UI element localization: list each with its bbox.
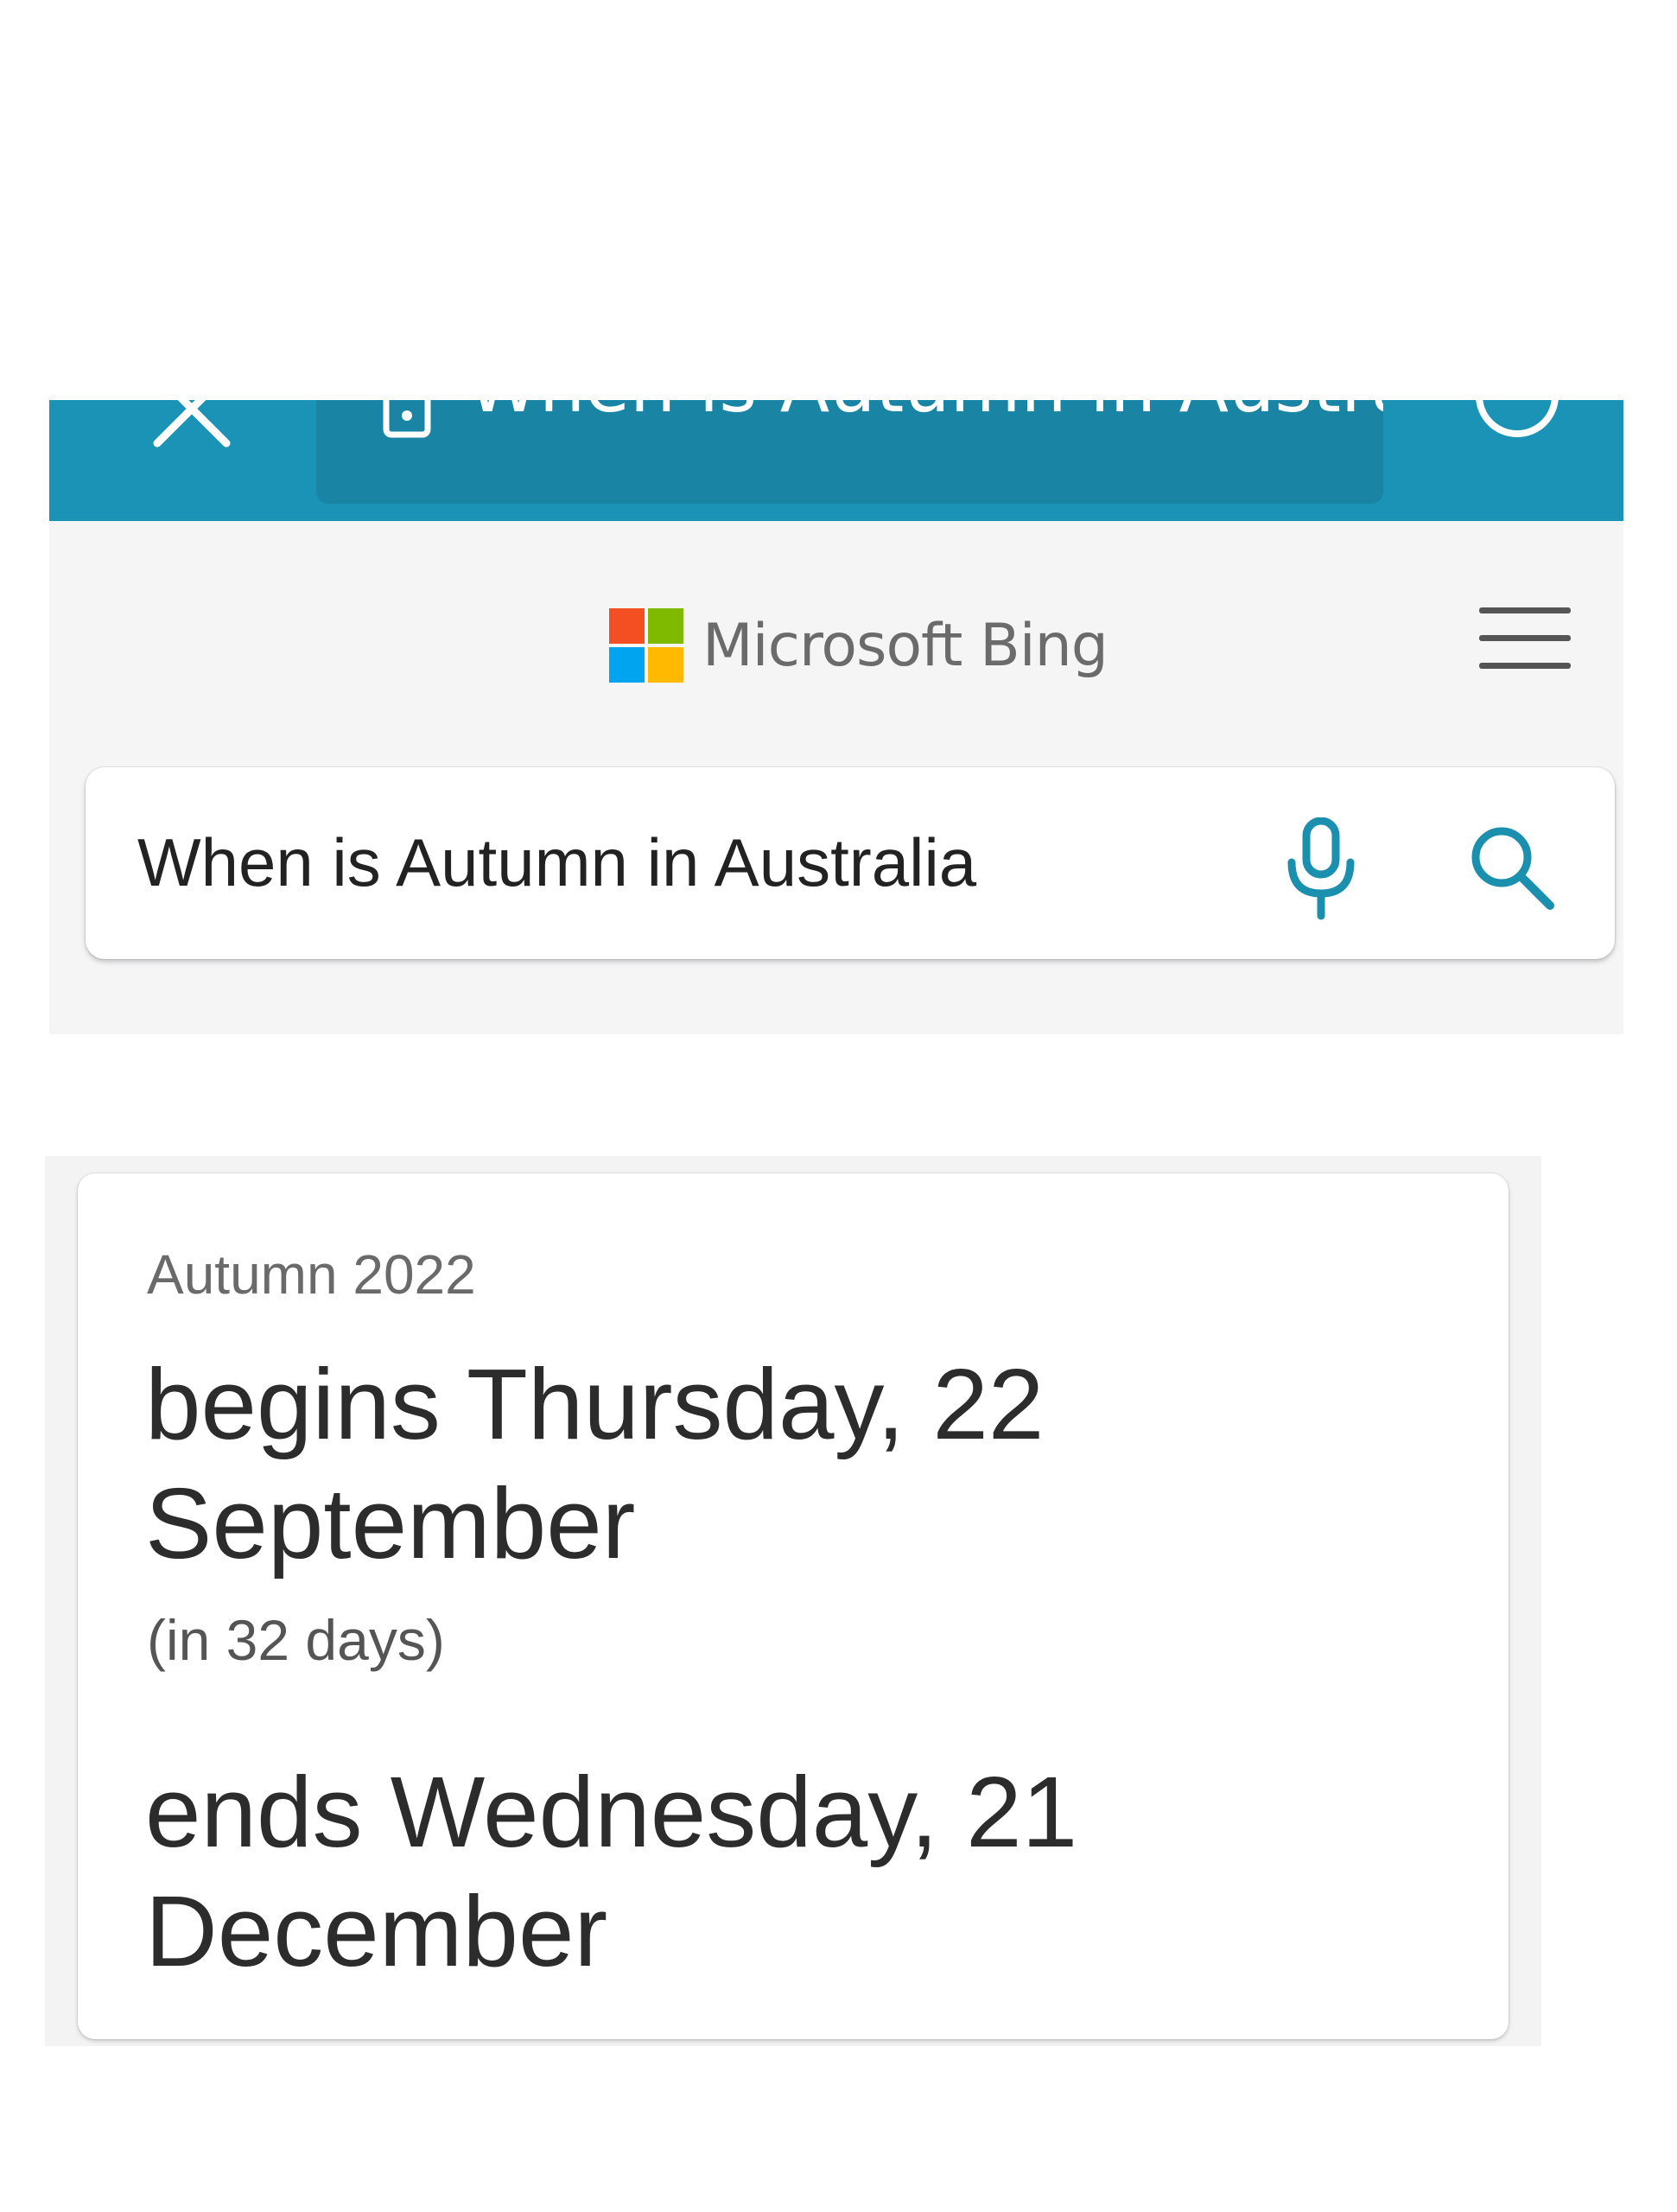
hamburger-line — [1479, 663, 1571, 669]
lock-icon — [383, 400, 431, 438]
hamburger-menu-icon — [1479, 607, 1571, 613]
season-ends: ends Wednesday, 21 December — [145, 1752, 1182, 1991]
search-icon[interactable] — [1464, 819, 1559, 914]
page-title-in-address-bar: When is Autumn in Austral... — [467, 400, 1383, 429]
countdown-note: (in 32 days) — [147, 1608, 445, 1672]
begins-date-line: begins Thursday, 22 — [145, 1348, 1045, 1460]
search-input[interactable] — [137, 815, 1261, 910]
season-begins: begins Thursday, 22 September — [145, 1344, 1182, 1583]
microsoft-logo-icon — [609, 608, 683, 683]
microphone-icon[interactable] — [1278, 817, 1364, 921]
browser-toolbar: When is Autumn in Austral... — [49, 400, 1623, 521]
brand-name: Microsoft Bing — [702, 611, 1108, 680]
bing-header: Microsoft Bing — [49, 521, 1623, 1034]
begins-month-line: September — [145, 1467, 636, 1580]
season-label: Autumn 2022 — [147, 1243, 476, 1306]
tabs-button[interactable] — [1470, 400, 1565, 443]
ends-month-line: December — [145, 1875, 608, 1987]
address-bar[interactable]: When is Autumn in Austral... — [316, 400, 1383, 504]
hamburger-menu-button[interactable] — [1479, 607, 1571, 677]
bing-brand[interactable]: Microsoft Bing — [609, 606, 1108, 685]
answer-card-container: Autumn 2022 begins Thursday, 22 Septembe… — [45, 1156, 1541, 2046]
ends-date-line: ends Wednesday, 21 — [145, 1756, 1078, 1868]
close-icon — [153, 400, 231, 448]
tabs-icon — [1476, 400, 1559, 437]
search-box — [86, 767, 1615, 959]
close-button[interactable] — [131, 400, 252, 469]
hamburger-line — [1479, 635, 1571, 641]
season-answer-card: Autumn 2022 begins Thursday, 22 Septembe… — [78, 1173, 1509, 2039]
